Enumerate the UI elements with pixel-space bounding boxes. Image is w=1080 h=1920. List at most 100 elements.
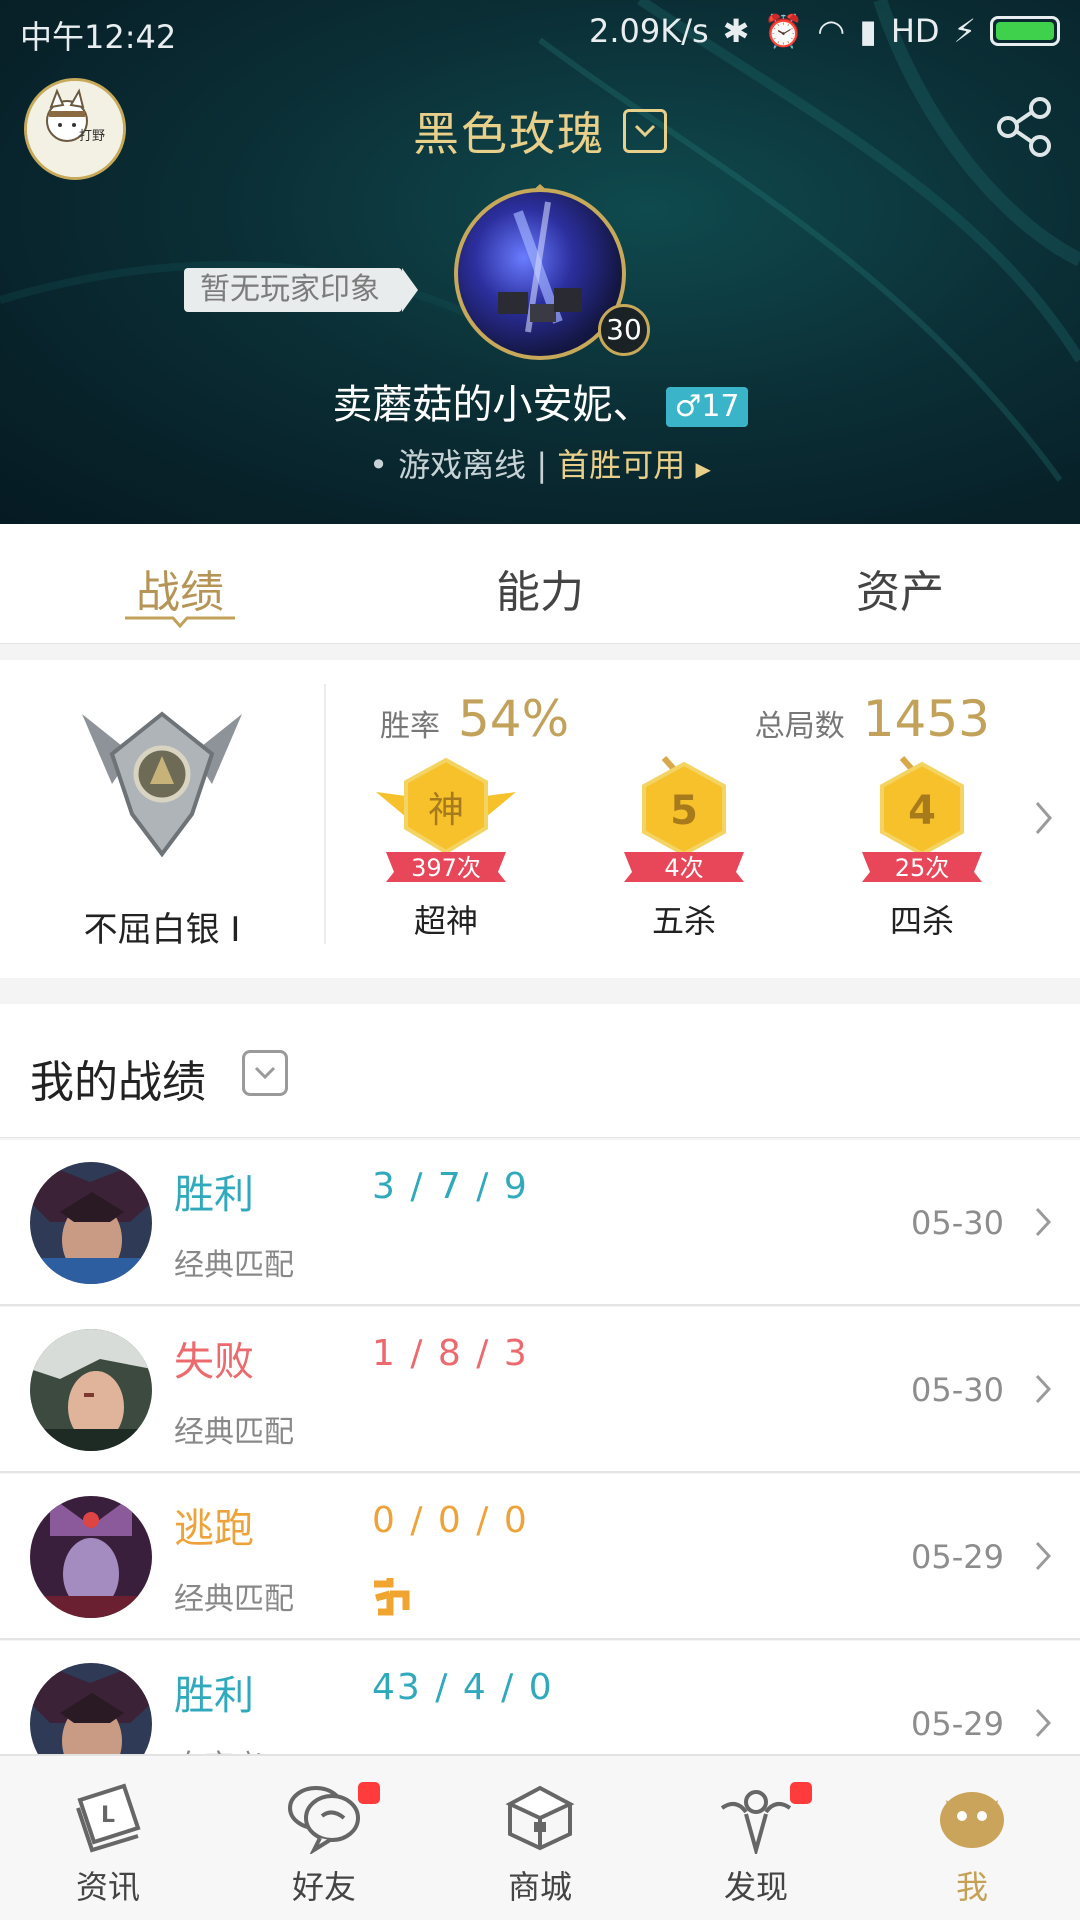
server-title-wrap: 黑色玫瑰 (0, 98, 1080, 164)
nav-store[interactable]: 商城 (432, 1756, 648, 1920)
match-mode: 经典匹配 (174, 1415, 294, 1450)
notification-badge (358, 1782, 380, 1804)
nav-label: 我 (955, 1868, 988, 1906)
match-result: 胜利 (174, 1673, 254, 1719)
hero-avatar (30, 1162, 152, 1284)
winrate-label: 胜率 (380, 709, 440, 744)
medal-legendary: 神 397次 超神 (376, 756, 516, 940)
tab-label: 战绩 (136, 567, 224, 618)
wifi-icon: ◠ (817, 12, 846, 50)
medal-pentakill: 5 4次 五杀 (614, 756, 754, 940)
net-speed: 2.09K/s (588, 12, 709, 50)
match-date: 05-30 (911, 1371, 1004, 1409)
first-win-label: 首胜可用 (557, 446, 686, 484)
share-icon[interactable] (996, 96, 1054, 158)
medal-quadrakill: 4 25次 四杀 (852, 756, 992, 940)
records-header: 我的战绩 (0, 1004, 1080, 1138)
hero-avatar (30, 1496, 152, 1618)
signal-icon: ▮ (859, 12, 877, 50)
svg-text:L: L (101, 1803, 115, 1828)
winrate: 胜率 54% (380, 690, 569, 748)
nav-me[interactable]: 我 (864, 1756, 1080, 1920)
bluetooth-icon: ✱ (722, 12, 750, 50)
server-selector[interactable]: 黑色玫瑰 (413, 98, 667, 164)
records-title: 我的战绩 (30, 1057, 206, 1108)
news-icon: L (76, 1783, 141, 1853)
medal-glyph: 4 (908, 788, 936, 834)
total-value: 1453 (862, 690, 990, 748)
nickname: 卖蘑菇的小安妮、 (332, 382, 653, 428)
nav-news[interactable]: L 资讯 (0, 1756, 216, 1920)
stats-card[interactable]: 不屈白银 I 胜率 54% 总局数 1453 神 397次 超神 5 4次 五杀… (0, 660, 1080, 978)
match-date: 05-30 (911, 1204, 1004, 1242)
match-row[interactable]: 逃跑 0 / 0 / 0 经典匹配 05-29 (0, 1474, 1080, 1640)
tab-underline (125, 616, 235, 629)
medal-count: 25次 (895, 854, 950, 882)
tab-record[interactable]: 战绩 (0, 524, 360, 643)
rank-name: 不屈白银 I (83, 910, 241, 950)
tab-assets[interactable]: 资产 (720, 524, 1080, 643)
medal-glyph: 5 (670, 788, 698, 834)
network-type: HD (890, 12, 940, 50)
nav-label: 资讯 (75, 1868, 140, 1906)
match-mode: 经典匹配 (174, 1248, 294, 1283)
match-kda: 0 / 0 / 0 (372, 1500, 529, 1541)
total-games: 总局数 1453 (755, 690, 990, 748)
poro-icon (940, 1792, 1004, 1848)
status-time: 中午12:42 (20, 18, 177, 56)
tab-label: 资产 (856, 567, 944, 618)
medal-count: 4次 (664, 854, 703, 882)
chest-icon (505, 1785, 575, 1851)
legendary-medal-icon: 神 397次 (376, 757, 516, 882)
server-title: 黑色玫瑰 (413, 107, 605, 161)
match-row[interactable]: 胜利 3 / 7 / 9 经典匹配 05-30 (0, 1140, 1080, 1306)
impression-tag[interactable]: 暂无玩家印象 (184, 268, 418, 312)
nav-label: 商城 (507, 1868, 572, 1906)
nav-label: 发现 (723, 1868, 788, 1906)
nickname-row: 卖蘑菇的小安妮、 ♂17 (0, 372, 1080, 430)
silver-rank-emblem-icon (82, 711, 242, 858)
match-result: 失败 (174, 1339, 254, 1385)
alarm-icon: ⏰ (763, 12, 804, 50)
match-kda: 1 / 8 / 3 (372, 1333, 529, 1374)
match-row[interactable]: 失败 1 / 8 / 3 经典匹配 05-30 (0, 1307, 1080, 1473)
divider (324, 684, 326, 944)
chevron-right-icon (1035, 1541, 1052, 1571)
charging-icon: ⚡ (953, 12, 976, 50)
notification-badge (790, 1782, 812, 1804)
profile-header: 中午12:42 2.09K/s ✱ ⏰ ◠ ▮ HD ⚡ 打野 黑色玫瑰 暂无玩… (0, 0, 1080, 524)
nav-friends[interactable]: 好友 (216, 1756, 432, 1920)
level-badge: 30 (598, 304, 650, 356)
angel-icon (720, 1790, 792, 1858)
chevron-right-icon (1035, 1207, 1052, 1237)
pentakill-medal-icon: 5 4次 (624, 756, 744, 882)
tab-label: 能力 (496, 567, 584, 618)
profile-tabs: 战绩 能力 资产 (0, 524, 1080, 644)
nav-label: 好友 (291, 1868, 356, 1906)
records-filter-dropdown[interactable] (242, 1050, 288, 1096)
status-bar: 中午12:42 2.09K/s ✱ ⏰ ◠ ▮ HD ⚡ (0, 0, 1080, 62)
chevron-right-icon (1035, 1708, 1052, 1738)
medal-count: 397次 (411, 854, 481, 882)
tab-ability[interactable]: 能力 (360, 524, 720, 643)
app-root: 中午12:42 2.09K/s ✱ ⏰ ◠ ▮ HD ⚡ 打野 黑色玫瑰 暂无玩… (0, 0, 1080, 1920)
triangle-right-icon: ▶ (695, 457, 711, 481)
riven-portrait-icon (30, 1329, 152, 1451)
flee-mark-icon (370, 1574, 412, 1616)
nav-discover[interactable]: 发现 (648, 1756, 864, 1920)
match-mode: 经典匹配 (174, 1582, 294, 1617)
match-kda: 43 / 4 / 0 (372, 1667, 554, 1708)
medal-name: 五杀 (651, 902, 716, 940)
bottom-nav: L 资讯 好友 商城 发现 我 (0, 1754, 1080, 1920)
swain-portrait-icon (30, 1496, 152, 1618)
medal-name: 四杀 (889, 902, 954, 940)
winrate-value: 54% (458, 690, 570, 748)
battery-icon (990, 16, 1060, 46)
first-win-link[interactable]: 首胜可用 ▶ (557, 446, 711, 484)
quadrakill-medal-icon: 4 25次 (862, 756, 982, 882)
medal-name: 超神 (413, 902, 478, 940)
match-date: 05-29 (911, 1538, 1004, 1576)
status-right: 2.09K/s ✱ ⏰ ◠ ▮ HD ⚡ (589, 12, 1060, 50)
chevron-right-icon[interactable] (1034, 800, 1054, 836)
chat-icon (288, 1786, 360, 1856)
